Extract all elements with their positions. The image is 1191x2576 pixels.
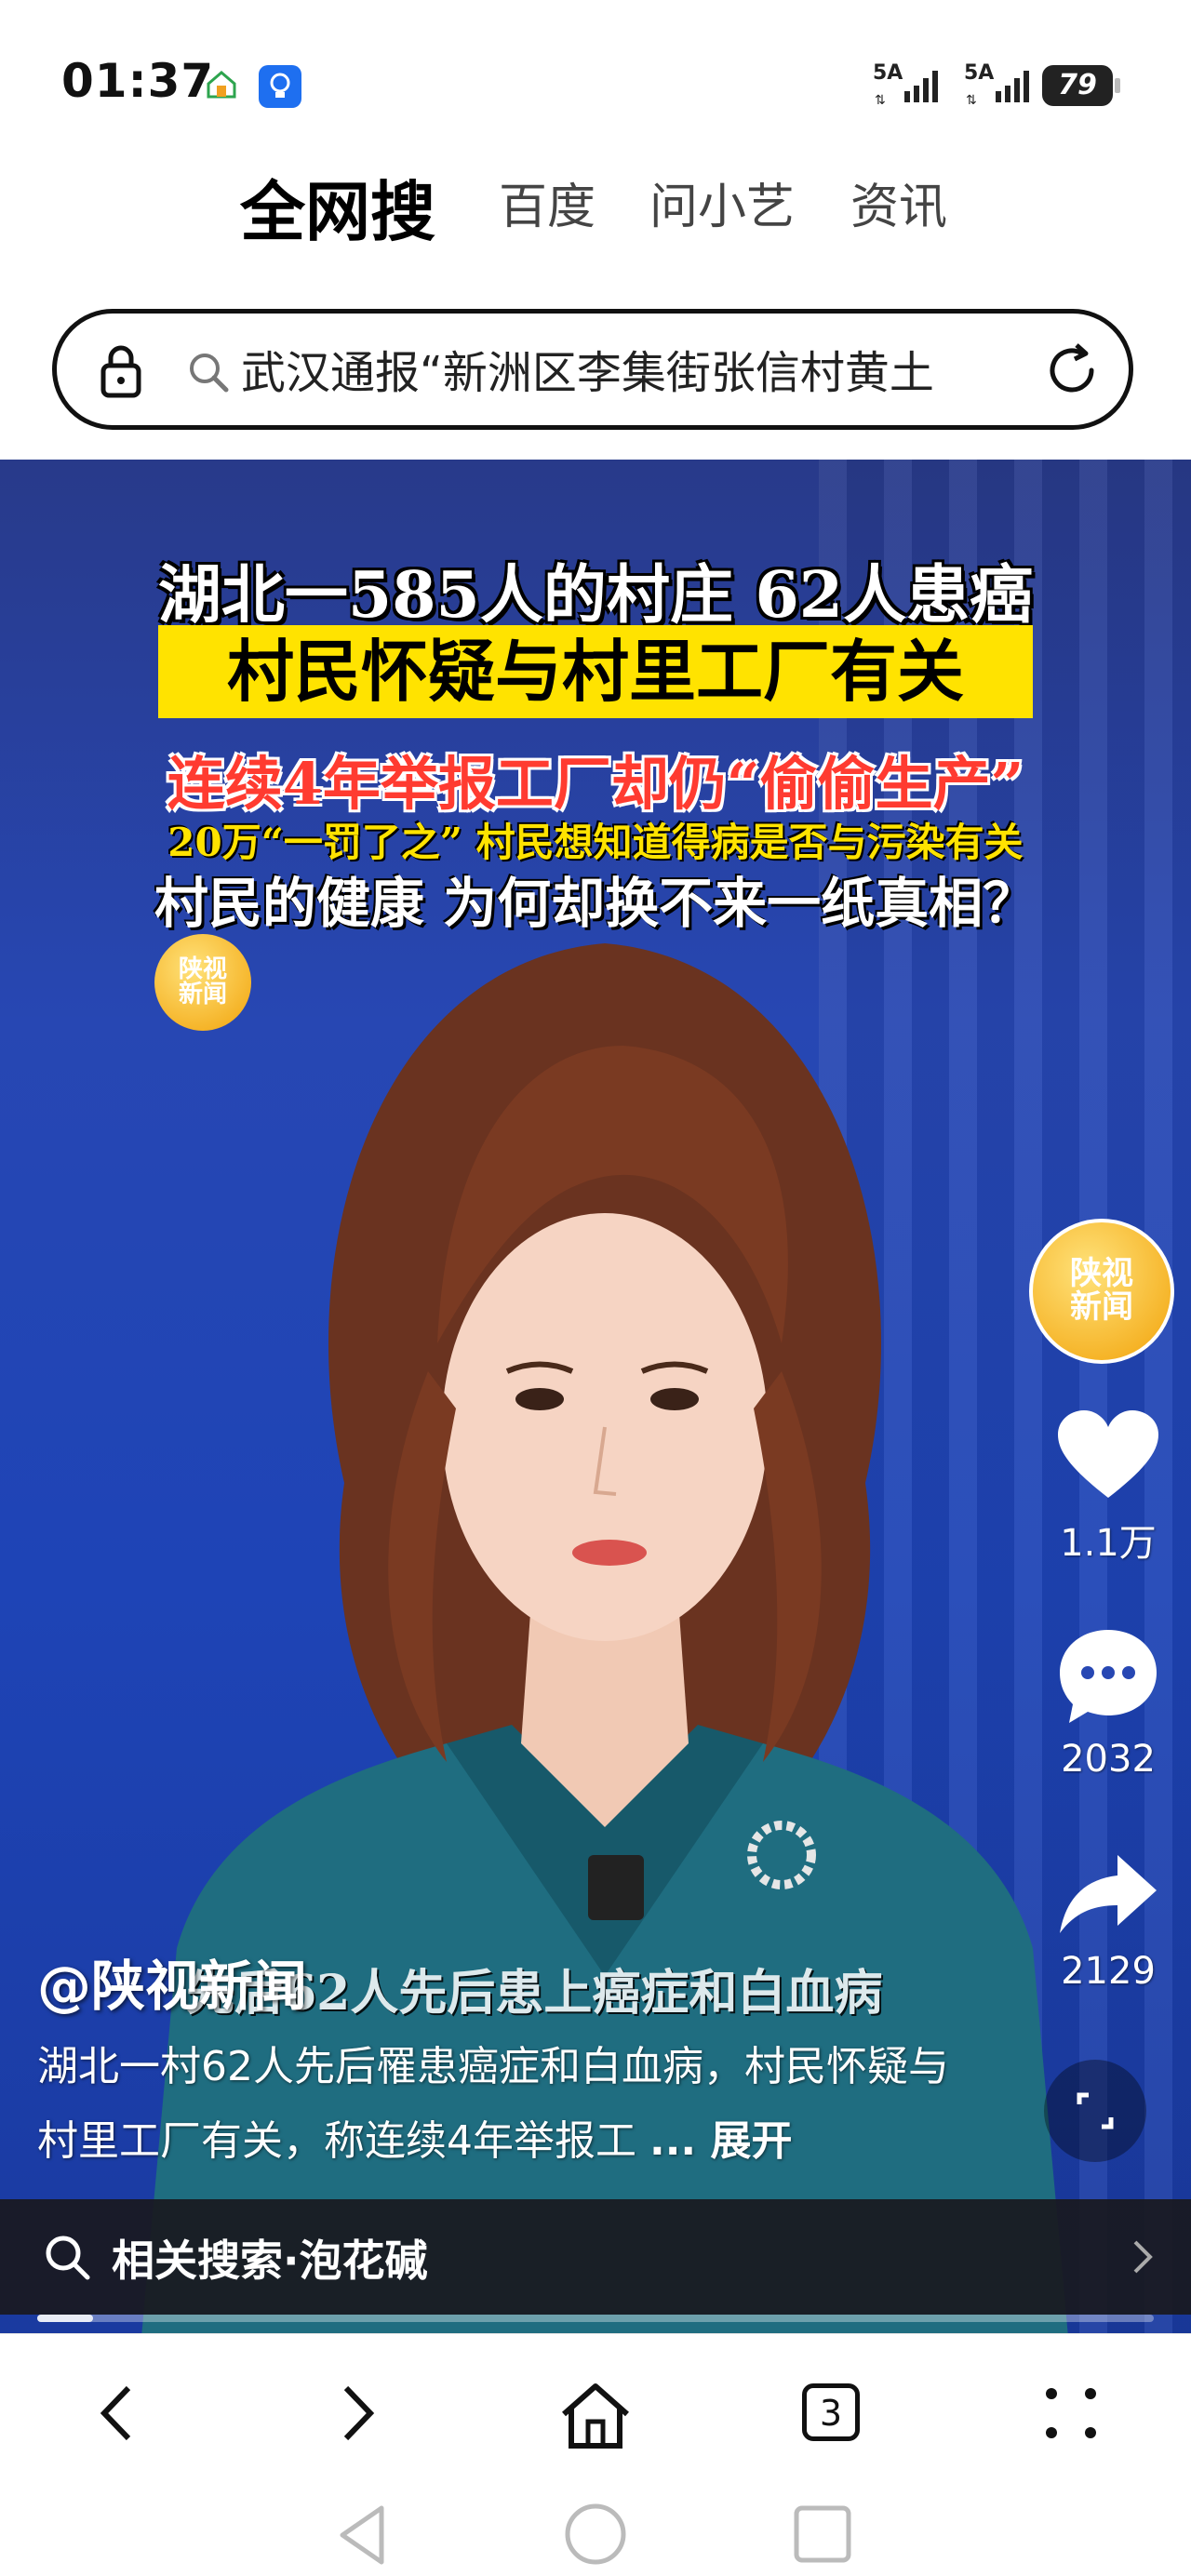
lock-icon	[100, 345, 141, 398]
system-home-icon[interactable]	[562, 2501, 629, 2568]
system-navigation-bar	[0, 2493, 1191, 2576]
chevron-right-icon	[1133, 2240, 1153, 2274]
back-icon[interactable]	[93, 2381, 140, 2446]
video-description: 湖北一村62人先后罹患癌症和白血病，村民怀疑与村里工厂有关，称连续4年举报工 .…	[37, 2043, 949, 2165]
status-bar: 01:37 5A ⇅ 5A ⇅ 79	[0, 0, 1191, 140]
battery-icon: 79	[1042, 65, 1120, 106]
search-input[interactable]: 武汉通报“新洲区李集街张信村黄土	[241, 336, 1078, 401]
browser-bottom-nav	[0, 2333, 1191, 2492]
tab-news[interactable]: 资讯	[850, 167, 947, 237]
bulb-app-icon	[259, 65, 301, 108]
heart-icon	[1058, 1410, 1158, 1498]
forward-icon[interactable]	[335, 2381, 381, 2446]
svg-text:⇅: ⇅	[966, 93, 977, 106]
related-search-label: 相关搜索·泡花碱	[112, 2236, 428, 2286]
system-back-icon[interactable]	[335, 2503, 391, 2568]
related-search-bar[interactable]: 相关搜索·泡花碱	[0, 2199, 1191, 2315]
fullscreen-button[interactable]	[1044, 2060, 1146, 2162]
comment-icon	[1060, 1630, 1157, 1723]
svg-text:⇅: ⇅	[875, 93, 886, 106]
search-bar[interactable]: 武汉通报“新洲区李集街张信村黄土	[52, 309, 1133, 430]
share-button[interactable]: 2129	[1038, 1849, 1178, 1993]
home-app-icon	[207, 71, 236, 99]
search-source-tabs: 全网搜 百度 问小艺 资讯	[0, 167, 1191, 260]
search-icon	[46, 2236, 90, 2280]
share-icon	[1060, 1855, 1157, 1933]
video-headline-2: 村民怀疑与村里工厂有关	[158, 625, 1033, 718]
tab-all-web[interactable]: 全网搜	[240, 160, 435, 254]
expand-description-link[interactable]: ... 展开	[649, 2117, 792, 2165]
video-progress-bar[interactable]	[37, 2315, 1154, 2322]
tab-baidu[interactable]: 百度	[499, 167, 596, 237]
status-time: 01:37	[61, 54, 215, 108]
refresh-icon[interactable]	[1043, 341, 1101, 399]
video-headline-1: 湖北一585人的村庄 62人患癌	[157, 558, 1034, 633]
comment-button[interactable]: 2032	[1038, 1626, 1178, 1781]
tabs-count-button[interactable]: 3	[802, 2383, 860, 2441]
share-count: 2129	[1061, 1950, 1156, 1993]
more-menu-icon[interactable]	[1038, 2381, 1104, 2446]
tab-wenxiaoyi[interactable]: 问小艺	[649, 167, 795, 237]
search-icon	[190, 354, 229, 393]
video-player[interactable]: 湖北一585人的村庄 62人患癌 村民怀疑与村里工厂有关 连续4年举报工厂却仍“…	[0, 460, 1191, 2333]
home-icon[interactable]	[558, 2381, 633, 2451]
video-progress-fill	[37, 2315, 93, 2322]
fullscreen-icon	[1077, 2092, 1114, 2129]
system-recents-icon[interactable]	[793, 2504, 852, 2564]
comment-count: 2032	[1061, 1738, 1156, 1781]
like-count: 1.1万	[1060, 1522, 1157, 1565]
channel-avatar[interactable]: 陕视 新闻	[1029, 1219, 1174, 1364]
video-headline-3: 连续4年举报工厂却仍“偷偷生产”	[167, 750, 1024, 818]
like-button[interactable]: 1.1万	[1038, 1408, 1178, 1567]
video-author[interactable]: @陕视新闻	[37, 1942, 307, 2021]
